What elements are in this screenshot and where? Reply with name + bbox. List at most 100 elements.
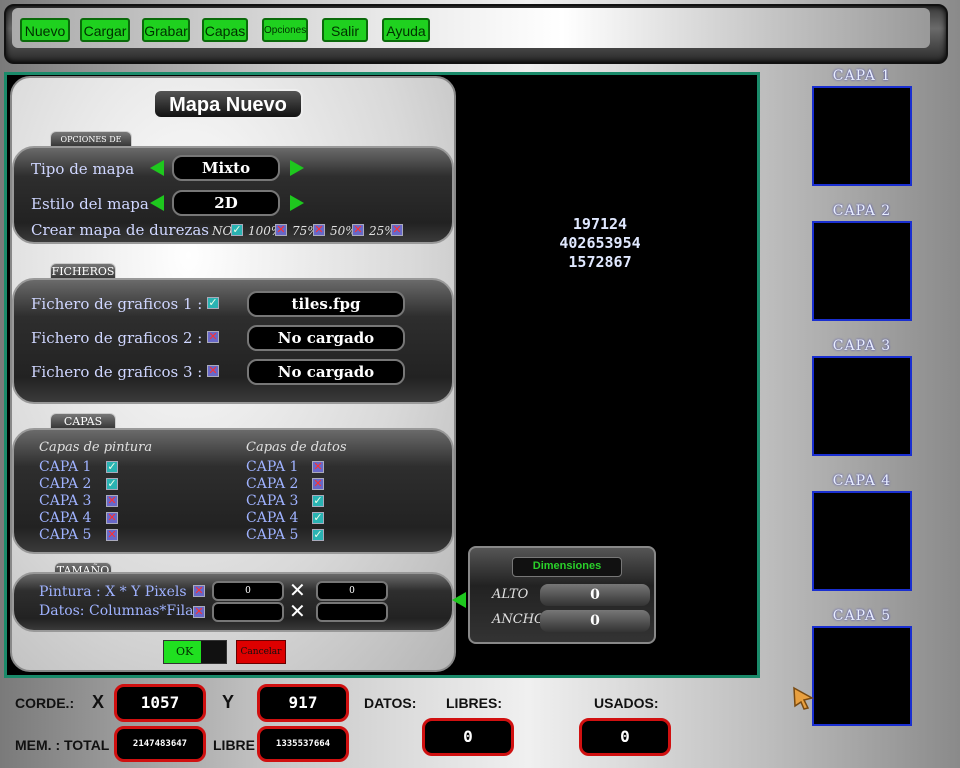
libres-label: LIBRES: (446, 695, 502, 711)
dialog-title: Mapa Nuevo (153, 89, 303, 119)
opciones-button[interactable]: Opciones (262, 18, 308, 42)
fichero-2-value[interactable]: No cargado (247, 325, 405, 351)
tamano-columnas-input[interactable] (212, 602, 284, 622)
y-label: Y (222, 692, 235, 712)
pintura-capa-4-cross-icon[interactable]: ✕ (106, 512, 118, 524)
datos-capa-5-check-icon[interactable]: ✓ (312, 529, 324, 541)
durezas-label: Crear mapa de durezas (31, 221, 209, 239)
layer-3-preview[interactable] (812, 356, 912, 456)
datos-capa-5-label: CAPA 5 (246, 527, 299, 543)
ayuda-button[interactable]: Ayuda (382, 18, 430, 42)
x-label: X (92, 692, 105, 712)
layer-2-title: CAPA 2 (832, 203, 892, 219)
datos-capa-2-cross-icon[interactable]: ✕ (312, 478, 324, 490)
ancho-value: 0 (540, 610, 650, 632)
cargar-button[interactable]: Cargar (80, 18, 130, 42)
layer-4-preview[interactable] (812, 491, 912, 591)
estilo-label: Estilo del mapa (31, 195, 149, 213)
pintura-capa-5-cross-icon[interactable]: ✕ (106, 529, 118, 541)
durezas-100-cross-icon[interactable]: ✕ (275, 224, 287, 236)
usados-label: USADOS: (594, 695, 659, 711)
tamano-y-input[interactable]: 0 (316, 581, 388, 601)
datos-capa-2-label: CAPA 2 (246, 476, 299, 492)
estilo-next-arrow-icon[interactable] (290, 195, 304, 211)
canvas-number-3: 1572867 (568, 253, 632, 271)
x-coordinate: 1057 (114, 684, 206, 722)
salir-button[interactable]: Salir (322, 18, 368, 42)
alto-value: 0 (540, 584, 650, 606)
pintura-capa-5-label: CAPA 5 (39, 527, 92, 543)
durezas-75-cross-icon[interactable]: ✕ (313, 224, 325, 236)
libre-label: LIBRE (213, 737, 255, 753)
tipo-next-arrow-icon[interactable] (290, 160, 304, 176)
datos-label: DATOS: (364, 695, 417, 711)
toolbar-track: Nuevo Cargar Grabar Capas Opciones Salir… (12, 8, 930, 48)
pintura-capa-2-check-icon[interactable]: ✓ (106, 478, 118, 490)
nuevo-button[interactable]: Nuevo (20, 18, 70, 42)
datos-capa-1-label: CAPA 1 (246, 459, 299, 475)
tipo-prev-arrow-icon[interactable] (150, 160, 164, 176)
layer-5-preview[interactable] (812, 626, 912, 726)
datos-capa-3-check-icon[interactable]: ✓ (312, 495, 324, 507)
layer-5-title: CAPA 5 (832, 608, 892, 624)
pintura-capa-1-check-icon[interactable]: ✓ (106, 461, 118, 473)
tamano-filas-input[interactable] (316, 602, 388, 622)
cancel-button[interactable]: Cancelar (236, 640, 286, 664)
tipo-label: Tipo de mapa (31, 160, 135, 178)
libres-value: 0 (422, 718, 514, 756)
ok-label: OK (176, 645, 194, 658)
durezas-50-cross-icon[interactable]: ✕ (352, 224, 364, 236)
layer-2-preview[interactable] (812, 221, 912, 321)
capas-tab: CAPAS (50, 413, 116, 429)
fichero-3-label: Fichero de graficos 3 : (31, 363, 203, 381)
tipo-value: Mixto (172, 155, 280, 181)
durezas-no-check-icon[interactable]: ✓ (231, 224, 243, 236)
tamano-datos-label: Datos: Columnas*Filas (39, 603, 201, 619)
pintura-capa-1-label: CAPA 1 (39, 459, 92, 475)
tamano-datos-cross-icon[interactable]: ✕ (193, 606, 205, 618)
datos-capa-3-label: CAPA 3 (246, 493, 299, 509)
capas-button[interactable]: Capas (202, 18, 248, 42)
ancho-label: ANCHO (492, 612, 545, 627)
ok-button[interactable]: OK (163, 640, 227, 664)
pintura-capa-3-label: CAPA 3 (39, 493, 92, 509)
mem-total-value: 2147483647 (114, 726, 206, 762)
fichero-1-label: Fichero de graficos 1 : (31, 295, 203, 313)
mem-libre-value: 1335537664 (257, 726, 349, 762)
opciones-tab: OPCIONES DE MAPA (50, 131, 132, 160)
tamano-pintura-cross-icon[interactable]: ✕ (193, 585, 205, 597)
tamano-pintura-label: Pintura : X * Y Pixels (39, 584, 187, 600)
fichero-3-value[interactable]: No cargado (247, 359, 405, 385)
multiply-icon-2: ✕ (289, 599, 306, 623)
datos-capa-4-check-icon[interactable]: ✓ (312, 512, 324, 524)
dimensiones-title: Dimensiones (512, 557, 622, 577)
durezas-25-cross-icon[interactable]: ✕ (391, 224, 403, 236)
mouse-cursor-icon (793, 686, 814, 710)
pintura-capa-3-cross-icon[interactable]: ✕ (106, 495, 118, 507)
datos-capa-4-label: CAPA 4 (246, 510, 299, 526)
tamano-x-input[interactable]: 0 (212, 581, 284, 601)
dims-arrow-icon[interactable] (452, 592, 466, 608)
capas-datos-title: Capas de datos (246, 440, 347, 455)
layer-1-title: CAPA 1 (832, 68, 892, 84)
layer-1-preview[interactable] (812, 86, 912, 186)
fichero-2-cross-icon[interactable]: ✕ (207, 331, 219, 343)
estilo-prev-arrow-icon[interactable] (150, 195, 164, 211)
alto-label: ALTO (492, 587, 529, 602)
estilo-value: 2D (172, 190, 280, 216)
capas-pintura-title: Capas de pintura (39, 440, 153, 455)
layer-3-title: CAPA 3 (832, 338, 892, 354)
pintura-capa-2-label: CAPA 2 (39, 476, 92, 492)
fichero-1-check-icon[interactable]: ✓ (207, 297, 219, 309)
fichero-1-value[interactable]: tiles.fpg (247, 291, 405, 317)
ficheros-tab: FICHEROS (50, 263, 116, 279)
grabar-button[interactable]: Grabar (142, 18, 190, 42)
canvas-number-2: 402653954 (559, 234, 641, 252)
corde-label: CORDE.: (15, 695, 75, 711)
durezas-no-label: NO (212, 224, 233, 238)
y-coordinate: 917 (257, 684, 349, 722)
usados-value: 0 (579, 718, 671, 756)
fichero-3-cross-icon[interactable]: ✕ (207, 365, 219, 377)
datos-capa-1-cross-icon[interactable]: ✕ (312, 461, 324, 473)
pintura-capa-4-label: CAPA 4 (39, 510, 92, 526)
